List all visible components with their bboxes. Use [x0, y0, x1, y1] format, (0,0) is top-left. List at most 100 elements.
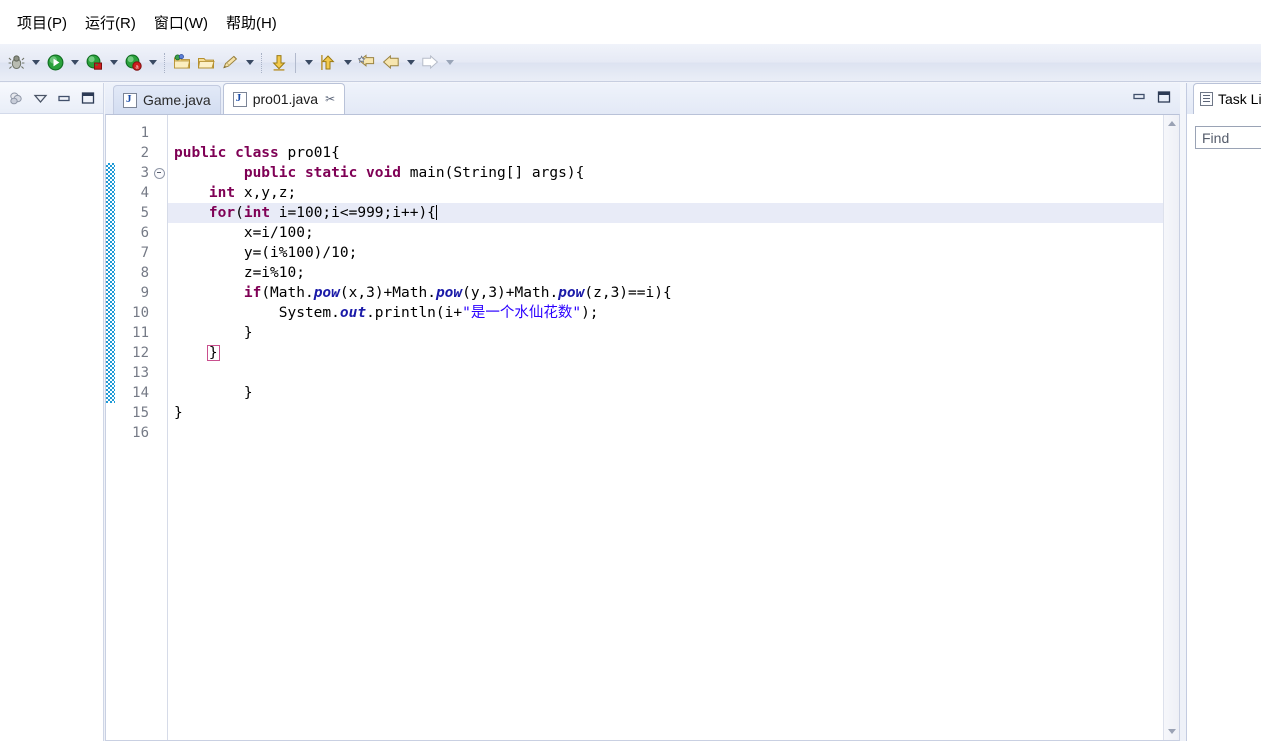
fold-marker-slot: [153, 363, 167, 383]
code-line: for(int i=100;i<=999;i++){: [168, 203, 1179, 223]
code-line: z=i%10;: [168, 263, 1179, 283]
java-file-icon: [123, 92, 137, 108]
run-coverage-icon: a: [125, 54, 142, 71]
forward-button[interactable]: [418, 50, 442, 76]
run-button[interactable]: [43, 50, 67, 76]
chevron-down-icon: [245, 60, 254, 65]
code-token: (y,3)+Math.: [462, 285, 559, 301]
open-type-button[interactable]: [194, 50, 218, 76]
code-token: public class: [174, 145, 288, 161]
editor-vertical-scrollbar[interactable]: [1163, 115, 1179, 740]
line-number: 2: [140, 145, 149, 161]
back-button[interactable]: [379, 50, 403, 76]
folding-gutter[interactable]: [153, 115, 167, 740]
code-editor[interactable]: 1 2 3 4 5 6 7 8 9 10 11 12 13 14 15 16 public class pro…: [105, 114, 1180, 741]
forward-dropdown[interactable]: [442, 51, 457, 75]
main-toolbar: a: [0, 44, 1261, 82]
line-number: 13: [132, 365, 149, 381]
code-token: (Math.: [261, 285, 314, 301]
code-line: }: [168, 343, 1179, 363]
previous-annotation-dropdown[interactable]: [340, 51, 355, 75]
line-number: 5: [140, 205, 149, 221]
menu-project[interactable]: 项目(P): [8, 9, 76, 36]
code-text-area[interactable]: public class pro01{ public static void m…: [168, 115, 1179, 740]
chevron-down-icon: [70, 60, 79, 65]
line-number: 9: [140, 285, 149, 301]
external-tools-dropdown[interactable]: [106, 51, 121, 75]
tab-pro01-java[interactable]: pro01.java ✂: [222, 83, 346, 114]
line-number: 11: [132, 325, 149, 341]
run-dropdown[interactable]: [67, 51, 82, 75]
code-token: "是一个水仙花数": [462, 305, 582, 321]
task-list-icon: [1200, 92, 1213, 106]
edit-button[interactable]: [218, 50, 242, 76]
code-token: out: [339, 305, 367, 321]
tab-task-list[interactable]: Task Li: [1193, 83, 1261, 114]
editor-maximize-button[interactable]: [1155, 89, 1172, 104]
code-token: }: [174, 385, 253, 401]
coverage-dropdown[interactable]: [145, 51, 160, 75]
code-line: }: [168, 323, 1179, 343]
left-view-minimize-button[interactable]: [52, 87, 76, 109]
fold-marker-slot: [153, 223, 167, 243]
fold-marker-slot: [153, 323, 167, 343]
close-icon[interactable]: ✂: [325, 92, 335, 106]
code-token: int: [208, 185, 244, 201]
menu-run[interactable]: 运行(R): [76, 9, 145, 36]
left-view-tabbar: [0, 83, 103, 114]
edit-dropdown[interactable]: [242, 51, 257, 75]
find-input[interactable]: [1195, 126, 1261, 149]
coverage-button[interactable]: a: [121, 50, 145, 76]
tab-label: pro01.java: [252, 91, 319, 107]
code-token: (z,3)==i){: [584, 285, 672, 301]
fold-marker-slot: [153, 383, 167, 403]
fold-marker-slot[interactable]: [153, 163, 167, 183]
scroll-down-button[interactable]: [1164, 723, 1179, 740]
next-annotation-dropdown[interactable]: [301, 51, 316, 75]
chevron-down-icon: [304, 60, 313, 65]
last-edit-location-button[interactable]: [355, 50, 379, 76]
line-number: 4: [140, 185, 149, 201]
fold-marker-slot: [153, 143, 167, 163]
fold-marker-slot: [153, 123, 167, 143]
code-token: System.: [174, 305, 340, 321]
code-token: }: [174, 405, 183, 421]
debug-dropdown[interactable]: [28, 51, 43, 75]
minimize-icon: [1132, 93, 1145, 100]
code-token: z=i%10;: [174, 265, 305, 281]
next-annotation-button[interactable]: [267, 50, 291, 76]
debug-button[interactable]: [4, 50, 28, 76]
menu-help[interactable]: 帮助(H): [217, 9, 286, 36]
task-list-content: [1187, 114, 1261, 741]
back-dropdown[interactable]: [403, 51, 418, 75]
scroll-up-button[interactable]: [1164, 115, 1179, 132]
external-tools-button[interactable]: [82, 50, 106, 76]
fold-marker-slot: [153, 203, 167, 223]
arrow-up-yellow-icon: [321, 55, 335, 70]
line-number: 16: [132, 425, 149, 441]
chevron-down-icon: [148, 60, 157, 65]
fold-marker-slot: [153, 403, 167, 423]
code-token: (: [235, 205, 244, 221]
menu-window[interactable]: 窗口(W): [145, 9, 217, 36]
code-line: public static void main(String[] args){: [168, 163, 1179, 183]
open-folder-icon: [197, 58, 215, 69]
code-token: int: [243, 205, 279, 221]
chevron-down-icon: [109, 60, 118, 65]
editor-tabbar: Game.java pro01.java ✂: [105, 83, 1180, 114]
code-line: if(Math.pow(x,3)+Math.pow(y,3)+Math.pow(…: [168, 283, 1179, 303]
view-menu-icon[interactable]: [28, 87, 52, 109]
package-explorer-icon[interactable]: [4, 87, 28, 109]
left-view-maximize-button[interactable]: [76, 87, 100, 109]
previous-annotation-button[interactable]: [316, 50, 340, 76]
editor-minimize-button[interactable]: [1130, 89, 1147, 104]
new-package-button[interactable]: [170, 50, 194, 76]
code-line: }: [168, 383, 1179, 403]
fold-collapse-icon[interactable]: [154, 167, 165, 179]
tab-game-java[interactable]: Game.java: [113, 85, 221, 114]
toolbar-separator: [295, 52, 297, 73]
pencil-edit-icon: [223, 55, 238, 69]
